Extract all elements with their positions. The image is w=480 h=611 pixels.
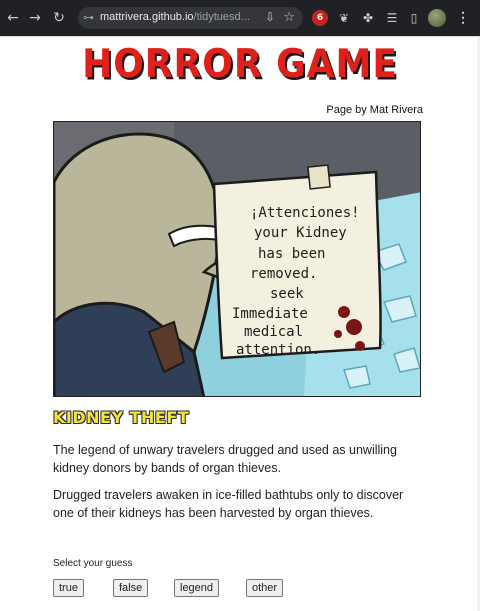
legend-title: KIDNEY THEFT bbox=[53, 408, 190, 427]
side-panel-icon[interactable]: ▯ bbox=[406, 10, 422, 26]
browser-toolbar: ← → ↻ ⊶ mattrivera.github.io/tidytuesd..… bbox=[0, 0, 480, 36]
hero-note-line: ¡Attenciones! bbox=[250, 205, 360, 221]
profile-avatar[interactable] bbox=[428, 9, 446, 27]
more-menu-icon[interactable]: ⋮ bbox=[456, 9, 470, 26]
hero-image: ¡Attenciones! your Kidney has been remov… bbox=[53, 121, 421, 397]
hero-note-line: removed. bbox=[250, 266, 317, 282]
extension-badge-icon[interactable]: 6 bbox=[312, 10, 328, 26]
hero-note-line: medical bbox=[244, 324, 303, 340]
hero-note-line: Immediate bbox=[232, 306, 308, 322]
site-info-icon[interactable]: ⊶ bbox=[83, 11, 94, 24]
hero-note-line: has been bbox=[258, 246, 325, 262]
toolbar-divider bbox=[0, 36, 480, 37]
reading-list-icon[interactable]: ☰ bbox=[384, 10, 400, 26]
guess-true-button[interactable]: true bbox=[53, 579, 84, 597]
legend-detail: Drugged travelers awaken in ice-filled b… bbox=[53, 488, 404, 520]
extension-icon-2[interactable]: ❦ bbox=[336, 10, 352, 26]
guess-false-button[interactable]: false bbox=[113, 579, 149, 597]
puzzle-extensions-icon[interactable]: ✤ bbox=[360, 10, 376, 26]
hero-note-line: attention. bbox=[236, 342, 320, 358]
bookmark-star-icon[interactable]: ☆ bbox=[283, 10, 295, 25]
guess-other-button[interactable]: other bbox=[246, 579, 284, 597]
address-bar[interactable]: ⊶ mattrivera.github.io/tidytuesd... ⇩ ☆ bbox=[78, 7, 303, 29]
forward-icon[interactable]: → bbox=[26, 9, 44, 27]
hero-note-line: your Kidney bbox=[254, 225, 347, 241]
install-app-icon[interactable]: ⇩ bbox=[265, 10, 275, 24]
guess-prompt: Select your guess bbox=[53, 558, 133, 569]
guess-legend-button[interactable]: legend bbox=[174, 579, 220, 597]
back-icon[interactable]: ← bbox=[4, 9, 22, 27]
page-byline: Page by Mat Rivera bbox=[326, 104, 423, 116]
legend-description: The legend of unwary travelers drugged a… bbox=[53, 443, 397, 475]
page-title: HORROR GAME bbox=[82, 41, 398, 88]
url-text[interactable]: mattrivera.github.io/tidytuesd... bbox=[100, 11, 270, 23]
reload-icon[interactable]: ↻ bbox=[50, 9, 68, 27]
hero-note-line: seek bbox=[270, 286, 304, 302]
